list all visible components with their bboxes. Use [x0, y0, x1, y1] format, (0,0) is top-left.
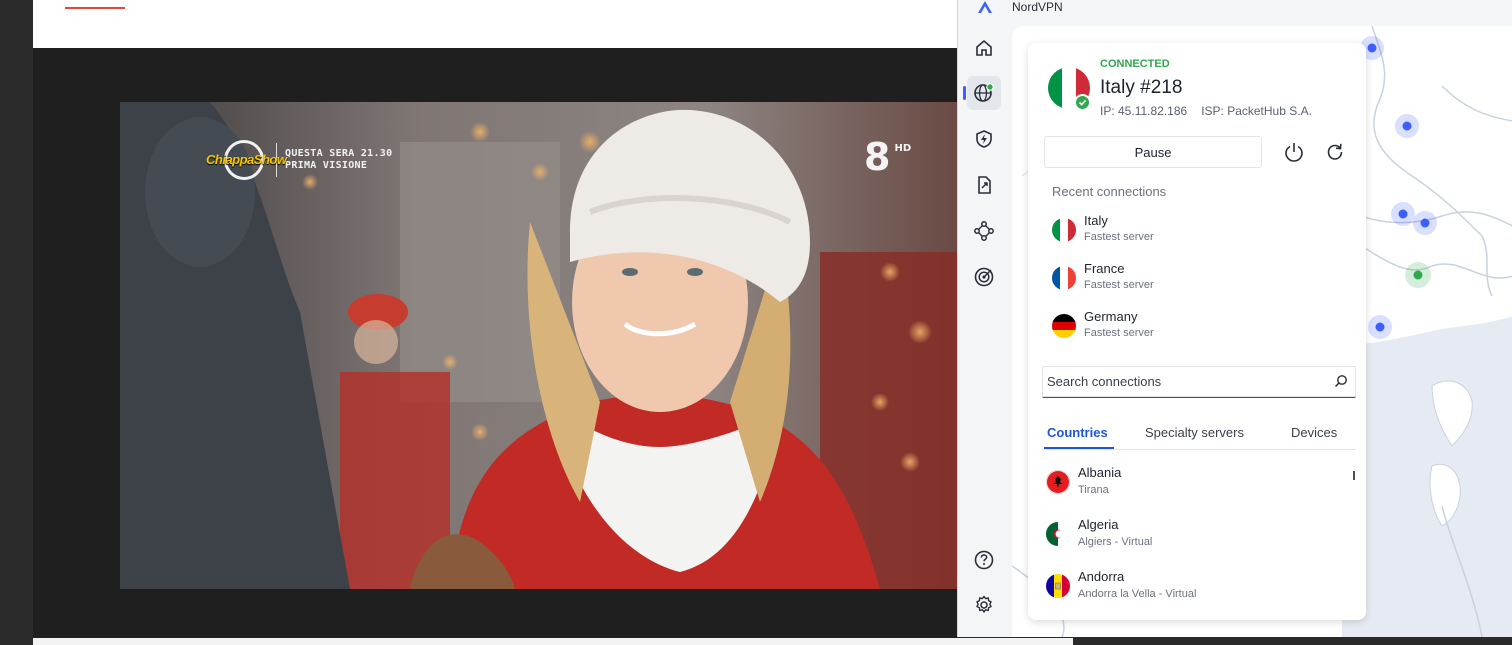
connection-details: IP: 45.11.82.186 ISP: PacketHub S.A.: [1100, 104, 1326, 118]
active-tab-indicator: [1044, 447, 1114, 449]
sidebar-item-home[interactable]: [967, 31, 1001, 65]
country-name: Andorra: [1078, 569, 1125, 584]
ip-address: IP: 45.11.82.186: [1100, 104, 1188, 118]
recent-connections-heading: Recent connections: [1052, 184, 1167, 199]
france-flag-icon: [1052, 266, 1076, 290]
italy-flag-icon: [1052, 218, 1076, 242]
sidebar-item-file-share[interactable]: [967, 168, 1001, 202]
recent-item-italy[interactable]: Italy Fastest server: [1052, 211, 1332, 251]
recent-item-germany[interactable]: Germany Fastest server: [1052, 307, 1332, 347]
pause-button[interactable]: Pause: [1044, 136, 1262, 168]
albania-flag-icon: [1046, 470, 1070, 494]
program-promo-overlay: ChiappaShow QUESTA SERA 21.30 PRIMA VISI…: [206, 140, 392, 180]
nordvpn-window: NordVPN CONNECTED Italy #218 IP: 45.11.8…: [957, 0, 1512, 637]
tab-specialty-servers[interactable]: Specialty servers: [1145, 425, 1244, 440]
recent-item-name: France: [1084, 261, 1125, 276]
sidebar-item-meshnet[interactable]: [967, 214, 1001, 248]
globe-icon: [974, 83, 994, 102]
country-city: Andorra la Vella - Virtual: [1078, 588, 1197, 600]
channel-logo: 8 HD: [864, 138, 911, 176]
channel-number: 8: [864, 135, 891, 179]
recent-item-france[interactable]: France Fastest server: [1052, 259, 1332, 299]
help-icon: [974, 550, 994, 570]
country-name: Albania: [1078, 465, 1122, 480]
country-item-andorra[interactable]: Andorra Andorra la Vella - Virtual: [1044, 565, 1344, 609]
connection-panel: CONNECTED Italy #218 IP: 45.11.82.186 ISP…: [1028, 43, 1366, 620]
page-bottom-strip: [33, 638, 1073, 645]
sidebar-item-dark-web-monitor[interactable]: [967, 260, 1001, 294]
website-header: [33, 0, 957, 48]
title-bar: NordVPN: [958, 0, 1512, 24]
sidebar-item-help[interactable]: [967, 543, 1001, 577]
search-icon[interactable]: [1334, 374, 1348, 388]
video-frame[interactable]: ChiappaShow QUESTA SERA 21.30 PRIMA VISI…: [120, 102, 957, 589]
country-name: Algeria: [1078, 517, 1119, 532]
sidebar-item-countries[interactable]: [963, 76, 1001, 110]
country-city: Algiers - Virtual: [1078, 536, 1153, 548]
search-box: [1042, 366, 1356, 398]
germany-flag-icon: [1052, 314, 1076, 338]
recent-item-sub: Fastest server: [1084, 327, 1154, 339]
recent-item-sub: Fastest server: [1084, 279, 1154, 291]
server-name: Italy #218: [1100, 77, 1183, 98]
recent-item-sub: Fastest server: [1084, 231, 1154, 243]
andorra-flag-icon: [1046, 574, 1070, 598]
show-logo: ChiappaShow: [206, 140, 287, 180]
sidebar: [958, 24, 1012, 637]
search-input[interactable]: [1042, 366, 1329, 397]
list-scrollbar[interactable]: [1353, 471, 1355, 480]
header-accent-line: [65, 7, 125, 9]
target-icon: [974, 267, 994, 287]
check-icon: [1074, 94, 1091, 111]
promo-line-1: QUESTA SERA 21.30: [285, 148, 393, 159]
channel-hd-badge: HD: [894, 143, 912, 154]
country-item-algeria[interactable]: Algeria Algiers - Virtual: [1044, 513, 1344, 557]
browser-left-edge: [0, 0, 33, 645]
promo-line-2: PRIMA VISIONE: [285, 160, 368, 171]
refresh-icon[interactable]: [1324, 141, 1346, 163]
tab-countries[interactable]: Countries: [1047, 425, 1108, 440]
meshnet-icon: [974, 221, 994, 241]
power-icon[interactable]: [1283, 141, 1305, 163]
app-title: NordVPN: [1012, 0, 1063, 14]
country-item-albania[interactable]: Albania Tirana: [1044, 461, 1344, 505]
server-tabs: Countries Specialty servers Devices: [1042, 417, 1356, 450]
connection-status: CONNECTED: [1100, 58, 1170, 70]
file-share-icon: [978, 176, 991, 194]
algeria-flag-icon: [1046, 522, 1070, 546]
gear-icon: [976, 595, 992, 614]
shield-bolt-icon: [976, 130, 992, 148]
sidebar-item-settings[interactable]: [967, 588, 1001, 622]
recent-item-name: Germany: [1084, 309, 1138, 324]
nordvpn-logo-icon: [978, 1, 992, 13]
recent-item-name: Italy: [1084, 213, 1108, 228]
isp-name: ISP: PacketHub S.A.: [1201, 104, 1312, 118]
tab-devices[interactable]: Devices: [1291, 425, 1337, 440]
home-icon: [976, 39, 992, 56]
sidebar-item-threat-protection[interactable]: [967, 122, 1001, 156]
country-city: Tirana: [1078, 484, 1109, 496]
